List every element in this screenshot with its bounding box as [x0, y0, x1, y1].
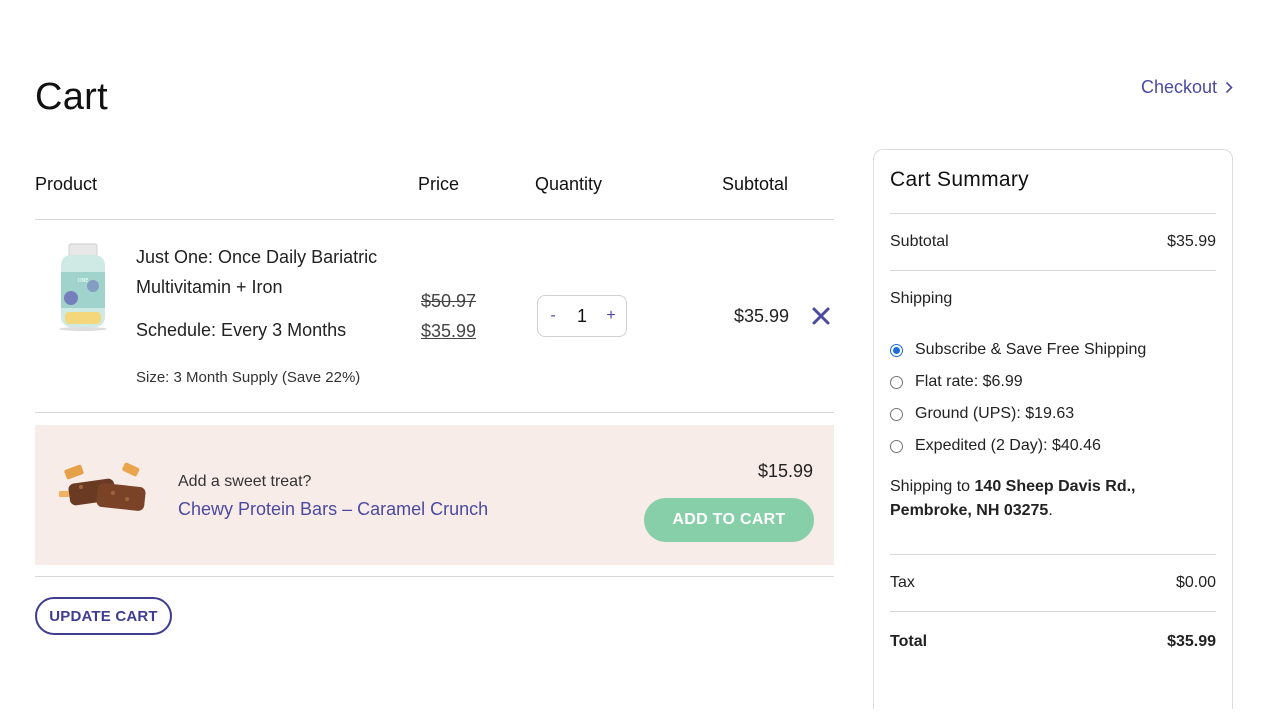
svg-text:ONE: ONE: [78, 278, 89, 284]
summary-total-value: $35.99: [1167, 633, 1216, 650]
divider: [890, 270, 1216, 271]
current-price: $35.99: [421, 321, 477, 341]
header-price: Price: [418, 174, 460, 194]
product-size: Size: 3 Month Supply (Save 22%): [136, 369, 361, 386]
chevron-right-icon: [1225, 79, 1233, 97]
summary-subtotal-row: Subtotal $35.99: [890, 233, 1216, 251]
header-quantity: Quantity: [535, 174, 603, 194]
divider: [890, 213, 1216, 214]
radio-button[interactable]: [890, 375, 903, 389]
quantity-decrease-button[interactable]: -: [546, 307, 560, 325]
upsell-price: $15.99: [757, 461, 813, 481]
page-title: Cart: [35, 76, 108, 118]
summary-tax-row: Tax $0.00: [890, 574, 1216, 592]
shipping-option-free[interactable]: Subscribe & Save Free Shipping: [890, 341, 1146, 359]
summary-tax-value: $0.00: [1175, 574, 1216, 591]
shipping-option-label: Subscribe & Save Free Shipping: [915, 341, 1147, 358]
update-cart-button[interactable]: UPDATE CART: [35, 597, 172, 635]
divider: [890, 611, 1216, 612]
summary-title: Cart Summary: [890, 168, 1029, 191]
summary-total-label: Total: [890, 633, 928, 650]
shipping-option-label: Expedited (2 Day): $40.46: [915, 437, 1101, 454]
upsell-banner: Add a sweet treat? Chewy Protein Bars – …: [35, 425, 834, 565]
close-icon[interactable]: [811, 306, 831, 326]
shipping-destination: Shipping to 140 Sheep Davis Rd., Pembrok…: [890, 475, 1190, 523]
ship-to-prefix: Shipping to: [890, 478, 975, 495]
ship-to-suffix: .: [1048, 502, 1053, 519]
upsell-product-link[interactable]: Chewy Protein Bars – Caramel Crunch: [178, 499, 488, 520]
shipping-option-label: Ground (UPS): $19.63: [915, 405, 1075, 422]
shipping-option-flat[interactable]: Flat rate: $6.99: [890, 373, 1023, 391]
radio-button[interactable]: [890, 343, 903, 357]
quantity-stepper: - 1 +: [537, 295, 627, 337]
upsell-prompt: Add a sweet treat?: [178, 473, 312, 490]
summary-subtotal-label: Subtotal: [890, 233, 949, 250]
summary-tax-label: Tax: [890, 574, 915, 591]
divider: [35, 576, 834, 577]
product-name[interactable]: Just One: Once Daily Bariatric Multivita…: [136, 242, 406, 302]
summary-total-row: Total $35.99: [890, 633, 1216, 651]
quantity-increase-button[interactable]: +: [604, 307, 618, 325]
shipping-option-expedited[interactable]: Expedited (2 Day): $40.46: [890, 437, 1101, 455]
original-price: $50.97: [421, 291, 477, 311]
table-header: Product Price Quantity Subtotal: [35, 165, 834, 220]
shipping-label: Shipping: [890, 290, 953, 307]
radio-button[interactable]: [890, 439, 903, 453]
shipping-option-ground[interactable]: Ground (UPS): $19.63: [890, 405, 1074, 423]
quantity-input[interactable]: 1: [577, 306, 587, 327]
product-thumbnail[interactable]: ONE: [55, 242, 111, 332]
summary-subtotal-value: $35.99: [1167, 233, 1216, 250]
header-subtotal: Subtotal: [722, 174, 789, 194]
checkout-label: Checkout: [1140, 77, 1217, 97]
radio-button[interactable]: [890, 407, 903, 421]
row-subtotal: $35.99: [734, 306, 790, 326]
shipping-option-label: Flat rate: $6.99: [915, 373, 1023, 390]
add-to-cart-button[interactable]: ADD TO CART: [644, 498, 814, 542]
header-product: Product: [35, 174, 98, 194]
divider: [890, 554, 1216, 555]
cart-summary: Cart Summary Subtotal $35.99 Shipping Su…: [873, 149, 1233, 709]
table-row: ONE Just One: Once Daily Bariatric Multi…: [35, 220, 834, 413]
cart-table: Product Price Quantity Subtotal ONE Just…: [35, 165, 834, 413]
checkout-link[interactable]: Checkout: [1141, 77, 1233, 98]
product-schedule: Schedule: Every 3 Months: [136, 320, 347, 340]
protein-bar-image: [57, 461, 152, 521]
